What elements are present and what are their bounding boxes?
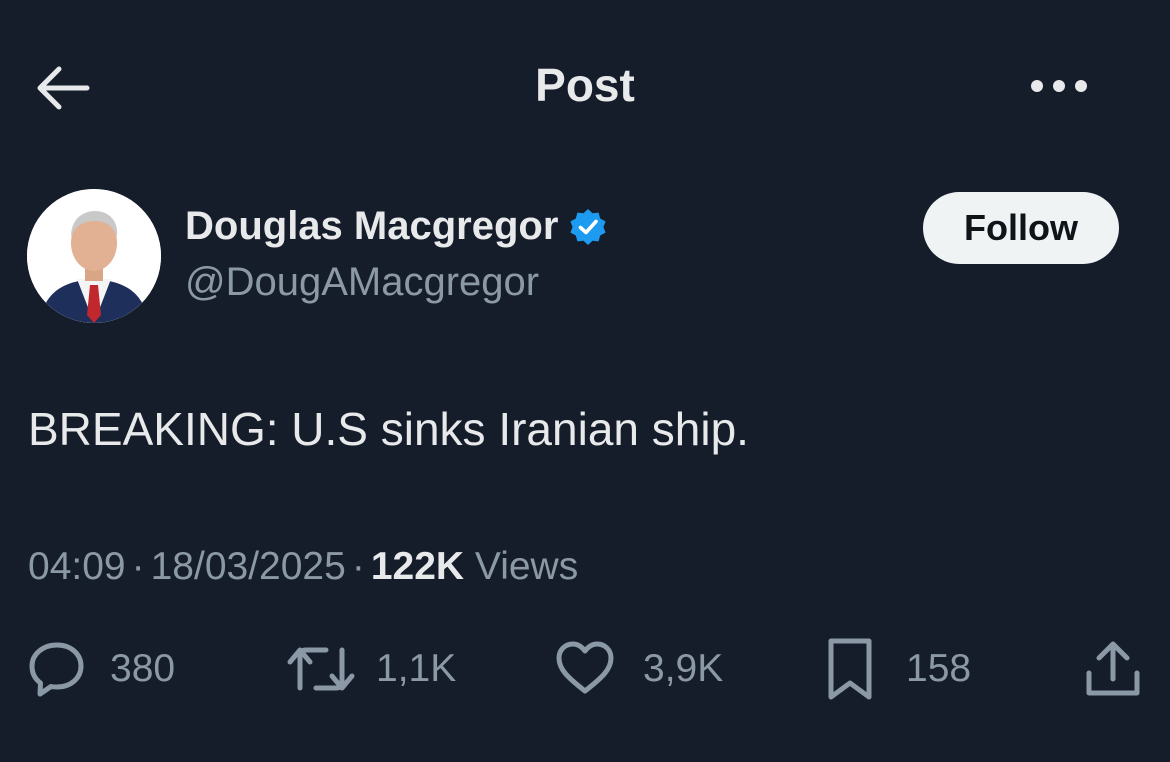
follow-button[interactable]: Follow <box>923 192 1119 264</box>
reply-button[interactable]: 380 <box>26 634 175 704</box>
meta-separator: · <box>351 545 365 588</box>
views-label: Views <box>474 545 579 588</box>
post-date[interactable]: 18/03/2025 <box>151 545 346 588</box>
repost-count: 1,1K <box>376 647 457 690</box>
display-name-text: Douglas Macgregor <box>185 204 559 248</box>
bookmark-count: 158 <box>906 647 972 690</box>
post-text: BREAKING: U.S sinks Iranian ship. <box>28 403 749 455</box>
share-button[interactable] <box>1084 634 1142 704</box>
bookmark-icon <box>828 638 872 700</box>
verified-badge-icon <box>570 208 607 245</box>
author-name[interactable]: Douglas Macgregor <box>185 204 608 249</box>
top-bar: Post <box>0 0 1170 170</box>
profile-photo <box>27 189 161 323</box>
repost-button[interactable]: 1,1K <box>286 634 456 704</box>
author-handle[interactable]: @DougAMacgregor <box>185 260 539 305</box>
reply-count: 380 <box>110 647 176 690</box>
avatar[interactable] <box>27 189 161 323</box>
reply-icon <box>29 642 84 697</box>
page-title: Post <box>535 59 635 111</box>
post-time[interactable]: 04:09 <box>28 545 126 588</box>
repost-icon <box>287 647 355 691</box>
like-button[interactable]: 3,9K <box>555 634 723 704</box>
bookmark-button[interactable]: 158 <box>826 634 971 704</box>
post-meta: 04:09 · 18/03/2025 · 122K Views <box>28 545 578 589</box>
heart-icon <box>556 641 614 694</box>
meta-separator: · <box>131 545 145 588</box>
share-icon <box>1086 641 1140 696</box>
action-bar: 380 1,1K 3,9K 158 <box>0 634 1170 704</box>
more-horizontal-icon <box>1031 80 1087 92</box>
more-options-button[interactable] <box>1024 66 1094 106</box>
like-count: 3,9K <box>643 647 724 690</box>
views-count[interactable]: 122K <box>371 545 464 588</box>
